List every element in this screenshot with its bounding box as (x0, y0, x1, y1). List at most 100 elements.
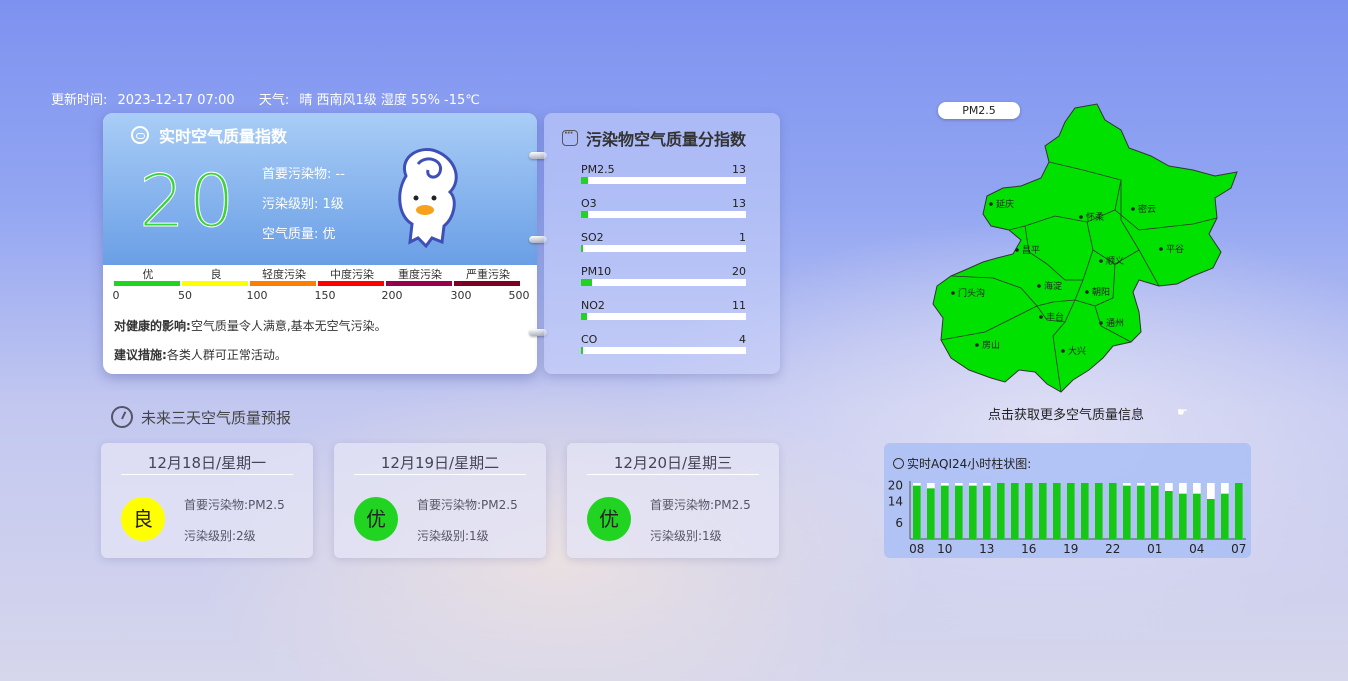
divider (121, 474, 293, 475)
more-info-link[interactable]: 点击获取更多空气质量信息 (988, 404, 1144, 423)
x-tick-label: 01 (1147, 542, 1162, 556)
hourly-bar (1053, 483, 1061, 539)
scale-label: 重度污染 (398, 268, 442, 281)
forecast-level: 污染级别:1级 (417, 529, 489, 543)
hourly-bar (1221, 493, 1229, 539)
cloud-icon (131, 126, 149, 144)
update-time: 2023-12-17 07:00 (117, 93, 235, 108)
district-label[interactable]: 平谷 (1166, 244, 1184, 255)
district-label[interactable]: 通州 (1106, 318, 1124, 329)
scale-tick: 150 (314, 289, 336, 302)
forecast-card: 12月19日/星期二优 首要污染物:PM2.5 污染级别:1级 (334, 443, 546, 558)
x-tick-label: 16 (1021, 542, 1036, 556)
pollutant-value: 11 (732, 299, 746, 312)
x-tick-label: 22 (1105, 542, 1120, 556)
hourly-bar (1207, 499, 1215, 539)
scale-label: 优 (142, 268, 154, 281)
x-tick-label: 19 (1063, 542, 1078, 556)
pollutant-fill (581, 177, 588, 184)
hourly-bar (1123, 485, 1131, 539)
quality-value: 优 (322, 227, 336, 242)
aqi-title-text: 实时空气质量指数 (159, 127, 288, 146)
x-tick-label: 08 (909, 542, 924, 556)
district-dot (975, 343, 979, 347)
pollutant-track (581, 279, 746, 286)
x-tick-label: 13 (979, 542, 994, 556)
scale-tick: 0 (112, 289, 120, 302)
pollutant-title: 污染物空气质量分指数 (562, 126, 746, 150)
forecast-date: 12月20日/星期三 (613, 454, 733, 472)
district-label[interactable]: 延庆 (996, 198, 1014, 210)
district-dot (951, 291, 955, 295)
grid-icon (562, 128, 578, 146)
pollutant-track (581, 313, 746, 320)
pollutant-fill (581, 313, 587, 320)
pollutant-value: 1 (739, 231, 746, 244)
forecast-badge: 优 (587, 497, 631, 541)
forecast-title: 未来三天空气质量预报 (111, 406, 291, 428)
x-tick-label: 10 (937, 542, 952, 556)
pollutant-row: O3 13 (581, 197, 746, 218)
scale-tick: 50 (178, 289, 192, 302)
aqi-header: 实时空气质量指数 20 首要污染物: -- 污染级别: 1级 空气质量: 优 (103, 113, 537, 265)
aqi-value: 20 (139, 159, 239, 243)
district-label[interactable]: 昌平 (1022, 245, 1040, 256)
forecast-badge: 良 (121, 497, 165, 541)
district-label[interactable]: 门头沟 (958, 287, 985, 299)
pollutant-row: SO2 1 (581, 231, 746, 252)
district-label[interactable]: 密云 (1138, 203, 1156, 215)
pollutant-value: 13 (732, 163, 746, 176)
district-label[interactable]: 丰台 (1046, 311, 1064, 323)
forecast-date: 12月18日/星期一 (147, 454, 267, 472)
pollutant-row: PM2.5 13 (581, 163, 746, 184)
update-label: 更新时间: (51, 93, 108, 108)
forecast-title-text: 未来三天空气质量预报 (141, 408, 292, 427)
district-dot (1061, 349, 1065, 353)
mascot-icon (398, 148, 458, 249)
district-label[interactable]: 怀柔 (1086, 211, 1104, 223)
y-tick-label: 14 (888, 495, 903, 509)
forecast-card: 12月18日/星期一良 首要污染物:PM2.5 污染级别:2级 (101, 443, 313, 558)
hourly-chart-card: 实时AQI24小时柱状图: 6 14 20 08 10 13 16 19 22 01 04 07 (884, 443, 1251, 558)
hourly-bar (1025, 483, 1033, 539)
quality-label: 空气质量: (262, 227, 319, 242)
district-dot (1079, 215, 1083, 219)
pollutant-card: 污染物空气质量分指数 PM2.5 13 O3 13 SO2 1 PM10 20 NO2 11 CO 4 (544, 113, 780, 374)
district-dot (1037, 284, 1041, 288)
hand-pointer-icon: ☛ (1177, 405, 1188, 419)
district-label[interactable]: 海淀 (1044, 280, 1062, 292)
pollutant-fill (581, 211, 588, 218)
hourly-bar (1151, 485, 1159, 539)
scale-label: 严重污染 (466, 268, 510, 281)
hourly-bar (927, 488, 935, 539)
pollutant-track (581, 177, 746, 184)
divider (354, 474, 526, 475)
hourly-bar (1095, 483, 1103, 539)
hourly-bar (1165, 491, 1173, 539)
district-label[interactable]: 大兴 (1068, 345, 1086, 357)
pollutant-name: CO (581, 333, 598, 346)
hourly-bar (913, 485, 921, 539)
pollutant-title-text: 污染物空气质量分指数 (586, 130, 747, 149)
advice: 建议措施:各类人群可正常活动。 (114, 346, 287, 363)
health-label: 对健康的影响: (114, 319, 191, 333)
scale-ticks: 0 50 100 150 200 300 500 (112, 286, 530, 302)
district-label[interactable]: 房山 (982, 339, 1000, 351)
district-label[interactable]: 顺义 (1106, 256, 1124, 267)
pollutant-name: SO2 (581, 231, 604, 244)
scale-tick: 500 (508, 289, 530, 302)
beijing-map[interactable]: 延庆怀柔 密云昌平顺义 平谷门头沟 海淀朝阳丰台通州房山大兴 (925, 100, 1245, 400)
district-dot (1099, 259, 1103, 263)
pollutant-name: PM2.5 (581, 163, 615, 176)
hourly-bar (1011, 483, 1019, 539)
scale-tick: 100 (246, 289, 268, 302)
pollutant-name: O3 (581, 197, 597, 210)
pollutant-track (581, 347, 746, 354)
pm25-tag[interactable]: PM2.5 (938, 102, 1020, 119)
forecast-badge: 优 (354, 497, 398, 541)
district-dot (1039, 315, 1043, 319)
forecast-primary: 首要污染物:PM2.5 (184, 498, 285, 512)
update-bar: 更新时间: 2023-12-17 07:00 天气: 晴 西南风1级 湿度 55… (51, 89, 486, 108)
pollutant-track (581, 211, 746, 218)
district-label[interactable]: 朝阳 (1092, 287, 1110, 298)
